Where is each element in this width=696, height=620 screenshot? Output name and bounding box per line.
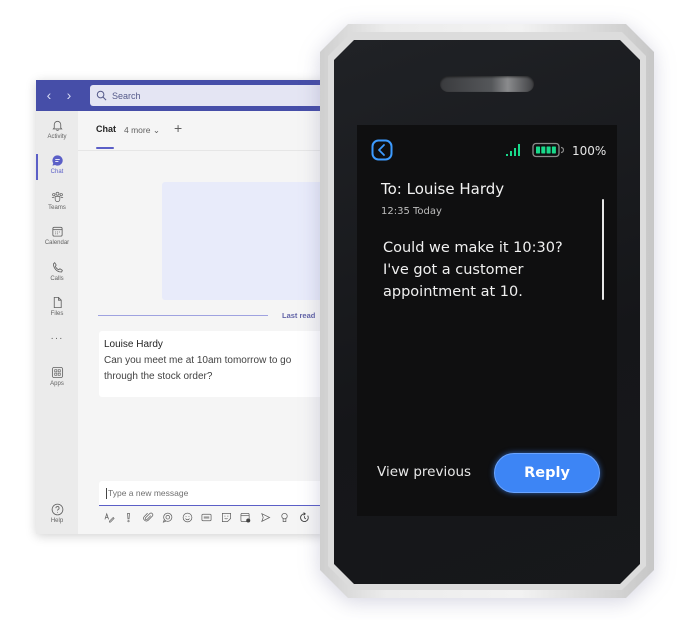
loop-icon[interactable] <box>161 510 175 524</box>
back-button-icon[interactable] <box>371 139 393 161</box>
composer-toolbar <box>102 510 311 524</box>
rail-item-teams[interactable]: Teams <box>36 186 78 220</box>
calendar-icon <box>51 226 63 237</box>
title-bar: ‹ › Search <box>36 80 326 111</box>
device-screen: 100% To: Louise Hardy 12:35 Today Could … <box>357 125 617 516</box>
search-input[interactable]: Search <box>90 85 326 106</box>
signal-strength-icon <box>506 144 520 156</box>
forward-arrow-icon[interactable]: › <box>64 87 74 103</box>
text-caret <box>106 487 107 499</box>
stream-icon[interactable] <box>258 510 272 524</box>
praise-icon[interactable] <box>278 510 292 524</box>
apps-icon <box>51 366 63 379</box>
schedule-meeting-icon[interactable] <box>239 510 253 524</box>
composer-placeholder: Type a new message <box>108 488 189 498</box>
format-icon[interactable] <box>102 510 116 524</box>
gif-icon[interactable] <box>200 510 214 524</box>
handheld-device: 100% To: Louise Hardy 12:35 Today Could … <box>320 24 654 598</box>
rail-item-calls[interactable]: Calls <box>36 257 78 291</box>
rail-item-help[interactable]: Help <box>36 503 78 524</box>
teams-window: ‹ › Search Activity Chat Teams Calendar … <box>36 80 326 534</box>
more-apps-icon[interactable]: ··· <box>36 333 78 344</box>
tab-chat[interactable]: Chat <box>96 124 116 134</box>
rail-label-chat: Chat <box>50 169 64 175</box>
tab-more-dropdown[interactable]: 4 more ⌄ <box>124 125 160 136</box>
rail-item-activity[interactable]: Activity <box>36 115 78 149</box>
device-message-text: Could we make it 10:30? I've got a custo… <box>383 240 563 300</box>
rail-label-calls: Calls <box>50 276 64 282</box>
tab-chat-underline <box>96 147 114 149</box>
message-composer-input[interactable]: Type a new message <box>99 481 326 506</box>
rail-item-files[interactable]: Files <box>36 292 78 326</box>
device-speaker <box>440 76 534 92</box>
last-read-label: Last read <box>282 311 316 320</box>
reply-button[interactable]: Reply <box>494 453 600 493</box>
message-sender: Louise Hardy <box>104 339 163 350</box>
updates-icon[interactable] <box>297 510 311 524</box>
help-icon <box>51 503 63 516</box>
message-timestamp: 12:35 Today <box>381 206 442 217</box>
rail-item-apps[interactable]: Apps <box>36 362 78 396</box>
important-icon[interactable] <box>122 510 136 524</box>
rail-item-calendar[interactable]: Calendar <box>36 221 78 255</box>
rail-label-help: Help <box>50 518 64 524</box>
attach-icon[interactable] <box>141 510 155 524</box>
chat-icon <box>51 155 63 166</box>
search-icon <box>96 90 107 101</box>
emoji-icon[interactable] <box>180 510 194 524</box>
search-placeholder: Search <box>112 90 141 101</box>
rail-label-calendar: Calendar <box>44 240 70 246</box>
active-indicator <box>36 154 38 180</box>
back-arrow-icon[interactable]: ‹ <box>44 87 54 103</box>
scrollbar[interactable] <box>602 199 604 300</box>
own-message-bubble <box>162 182 326 300</box>
rail-item-chat[interactable]: Chat <box>36 150 78 184</box>
file-icon <box>53 296 62 309</box>
rail-label-files: Files <box>50 311 64 317</box>
chat-tabs: Chat 4 more ⌄ + <box>78 111 326 151</box>
rail-label-apps: Apps <box>50 381 64 387</box>
rail-label-activity: Activity <box>47 134 67 140</box>
recipient-header: To: Louise Hardy <box>381 180 505 198</box>
phone-icon <box>52 262 63 273</box>
app-rail: Activity Chat Teams Calendar Calls Files… <box>36 111 78 534</box>
bell-icon <box>51 120 63 131</box>
incoming-message: Louise Hardy Can you meet me at 10am tom… <box>99 331 326 397</box>
battery-icon <box>532 142 564 158</box>
teams-icon <box>51 191 63 202</box>
rail-label-teams: Teams <box>48 205 66 211</box>
add-tab-button[interactable]: + <box>174 120 182 136</box>
message-body: Can you meet me at 10am tomorrow to go t… <box>104 355 292 382</box>
battery-percentage: 100% <box>572 144 607 158</box>
view-previous-button[interactable]: View previous <box>377 464 471 480</box>
last-read-divider <box>98 315 268 316</box>
sticker-icon[interactable] <box>219 510 233 524</box>
